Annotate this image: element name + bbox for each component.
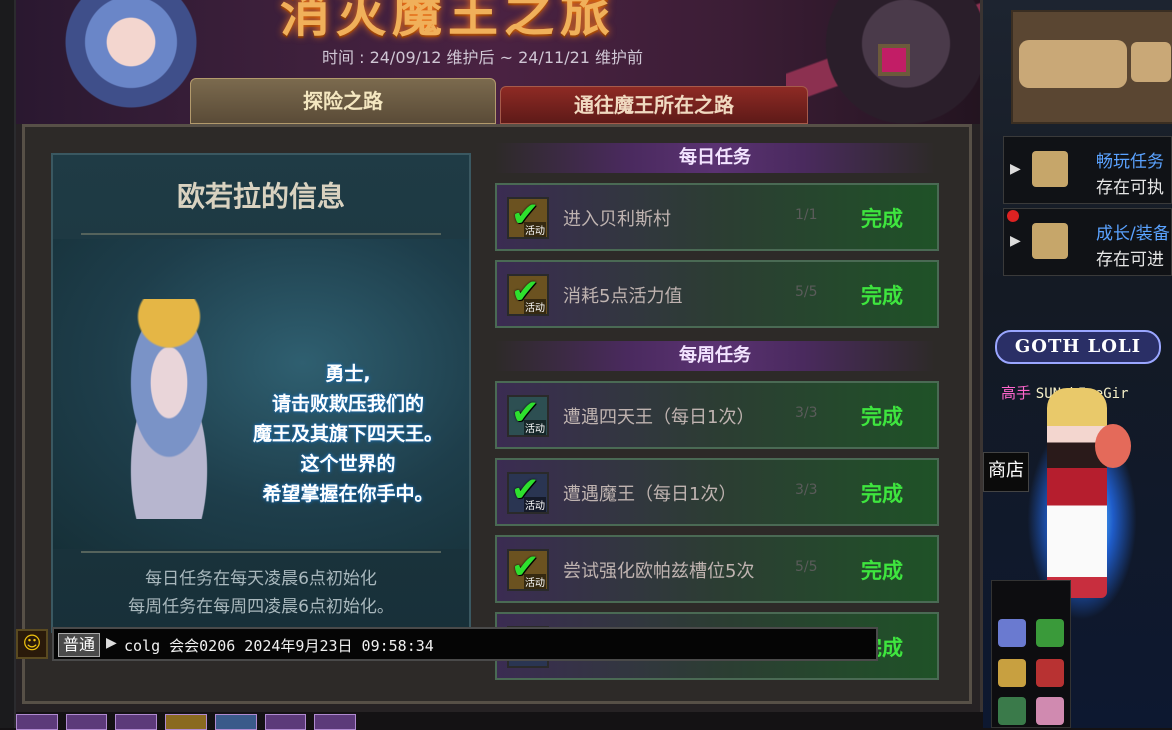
quest-progress: 3/3 (795, 482, 818, 498)
npc-info-panel: 欧若拉的信息 勇士, 请击败欺压我们的 魔王及其旗下四天王。 这个世界的 希望掌… (51, 153, 471, 633)
quest-row: ✔ 活动 遭遇四天王（每日1次） 3/3 完成 (495, 381, 939, 449)
quest-row: ✔ 活动 尝试强化欧帕兹槽位5次 5/5 完成 (495, 535, 939, 603)
minimap-land (1019, 40, 1127, 88)
expand-arrow-icon[interactable]: ▶ (1010, 233, 1021, 249)
weekly-reset-note: 每周任务在每周四凌晨6点初始化。 (128, 597, 394, 617)
star-book-icon (1032, 223, 1068, 259)
minimap-land (1131, 42, 1171, 82)
chat-channel-badge[interactable]: 普通 (58, 633, 101, 657)
npc-speech-line: 请击败欺压我们的 (271, 393, 424, 415)
daily-reset-note: 每日任务在每天凌晨6点初始化 (145, 569, 377, 589)
event-banner: 消灭魔王之旅 时间 : 24/09/12 维护后 ~ 24/11/21 维护前 (16, 0, 980, 124)
quest-status-complete: 完成 (861, 559, 903, 583)
shop-label[interactable]: 商店 (983, 452, 1029, 492)
game-world-view: ▶ 畅玩任务 存在可执 ▶ 成长/装备 存在可进 GOTH LOLI 高手 SU… (983, 0, 1172, 728)
quest-status-complete: 完成 (861, 482, 903, 506)
item-dock (991, 580, 1071, 728)
quest-status-complete: 完成 (861, 207, 903, 231)
quest-check-icon: ✔ 活动 (507, 195, 549, 239)
player-title: 高手 (1001, 384, 1032, 402)
tab-explore-road[interactable]: 探险之路 (190, 78, 496, 124)
minimap[interactable] (1011, 10, 1172, 124)
quest-name: 消耗5点活力值 (563, 286, 683, 307)
doll-icon[interactable] (1036, 697, 1064, 725)
content-frame: 欧若拉的信息 勇士, 请击败欺压我们的 魔王及其旗下四天王。 这个世界的 希望掌… (22, 124, 972, 704)
character-avatar-icon[interactable] (998, 619, 1026, 647)
quest-tracker-fun[interactable]: ▶ 畅玩任务 存在可执 (1003, 136, 1172, 204)
quest-progress: 3/3 (795, 405, 818, 421)
chat-emote-icon[interactable]: ☺ (16, 629, 48, 659)
quest-status-complete: 完成 (861, 405, 903, 429)
bottom-hotbar (16, 714, 357, 730)
tracker-title: 成长/装备 (1096, 224, 1170, 244)
lightning-icon[interactable] (998, 659, 1026, 687)
tracker-title: 畅玩任务 (1096, 152, 1164, 172)
quest-status-complete: 完成 (861, 284, 903, 308)
quest-check-icon: ✔ 活动 (507, 470, 549, 514)
npc-speech-line: 这个世界的 (300, 453, 396, 475)
guild-nameplate: GOTH LOLI (995, 330, 1161, 364)
npc-divider-bottom (81, 551, 441, 553)
quest-progress: 1/1 (795, 207, 818, 223)
npc-speech-line: 勇士, (325, 363, 371, 385)
quest-check-icon: ✔ 活动 (507, 547, 549, 591)
scroll-icon (1032, 151, 1068, 187)
npc-reset-note: 每日任务在每天凌晨6点初始化 每周任务在每周四凌晨6点初始化。 (53, 565, 469, 621)
event-window: 消灭魔王之旅 时间 : 24/09/12 维护后 ~ 24/11/21 维护前 … (16, 0, 983, 712)
lantern-icon (1095, 424, 1131, 468)
treasure-chest-icon[interactable] (1036, 659, 1064, 687)
quest-tracker-growth[interactable]: ▶ 成长/装备 存在可进 (1003, 208, 1172, 276)
chat-arrow-icon: ▶ (106, 635, 117, 651)
gift-icon[interactable] (1036, 619, 1064, 647)
tab-demon-road[interactable]: 通往魔王所在之路 (500, 86, 808, 124)
npc-speech-line: 魔王及其旗下四天王。 (252, 423, 443, 445)
expand-arrow-icon[interactable]: ▶ (1010, 161, 1021, 177)
quest-check-icon: ✔ 活动 (507, 393, 549, 437)
chat-message-bar[interactable]: 普通 ▶ colg 会会0206 2024年9月23日 09:58:34 (52, 627, 878, 661)
quest-progress: 5/5 (795, 284, 818, 300)
banner-girl-illustration (56, 0, 206, 120)
alert-dot-icon (1007, 210, 1019, 222)
npc-speech-line: 希望掌握在你手中。 (262, 483, 434, 505)
npc-scene: 勇士, 请击败欺压我们的 魔王及其旗下四天王。 这个世界的 希望掌握在你手中。 (53, 239, 469, 549)
quest-check-icon: ✔ 活动 (507, 272, 549, 316)
left-edge-strip (0, 0, 16, 728)
daily-quests-header: 每日任务 (495, 143, 935, 173)
quest-row: ✔ 活动 遭遇魔王（每日1次） 3/3 完成 (495, 458, 939, 526)
event-period: 时间 : 24/09/12 维护后 ~ 24/11/21 维护前 (322, 48, 644, 67)
chat-message-text: colg 会会0206 2024年9月23日 09:58:34 (124, 637, 434, 655)
player-character[interactable] (1047, 388, 1107, 598)
bag-icon[interactable] (998, 697, 1026, 725)
quest-name: 遭遇魔王（每日1次） (563, 484, 737, 505)
tracker-subtitle: 存在可执 (1096, 178, 1164, 198)
npc-divider-top (81, 233, 441, 235)
quest-row: ✔ 活动 进入贝利斯村 1/1 完成 (495, 183, 939, 251)
weekly-quests-header: 每周任务 (495, 341, 935, 371)
banner-gem-icon (878, 44, 910, 76)
quest-progress: 5/5 (795, 559, 818, 575)
quest-name: 进入贝利斯村 (563, 209, 671, 230)
quest-name: 尝试强化欧帕兹槽位5次 (563, 561, 755, 582)
quest-name: 遭遇四天王（每日1次） (563, 407, 755, 428)
npc-aurora-portrait (99, 299, 239, 519)
npc-speech: 勇士, 请击败欺压我们的 魔王及其旗下四天王。 这个世界的 希望掌握在你手中。 (233, 359, 463, 509)
npc-panel-title: 欧若拉的信息 (176, 180, 345, 213)
quest-row: ✔ 活动 消耗5点活力值 5/5 完成 (495, 260, 939, 328)
event-title: 消灭魔王之旅 (280, 0, 616, 43)
tracker-subtitle: 存在可进 (1096, 250, 1164, 270)
